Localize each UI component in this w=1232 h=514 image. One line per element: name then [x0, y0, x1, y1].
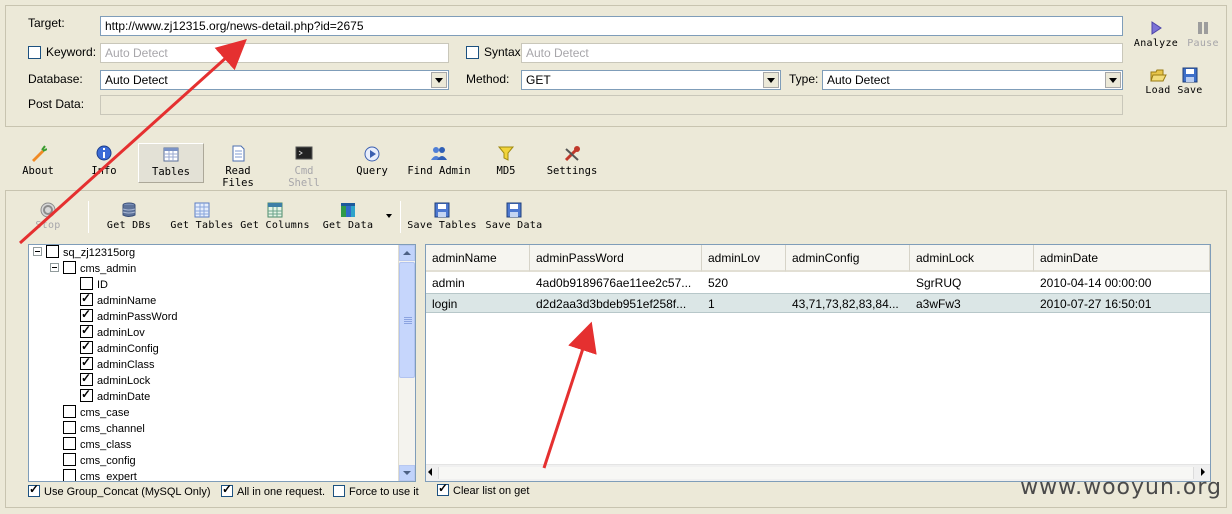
- watermark: www.wooyun.org: [1020, 475, 1222, 500]
- annotation-arrow-data: [542, 321, 597, 469]
- annotation-arrow-url: [18, 38, 247, 245]
- annotation-arrows: [18, 38, 597, 469]
